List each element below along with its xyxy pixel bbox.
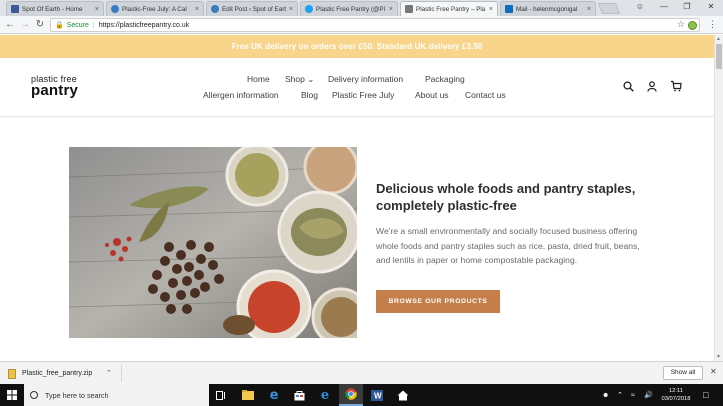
search-icon[interactable] bbox=[623, 81, 634, 92]
page-icon bbox=[405, 5, 413, 13]
scrollbar-thumb[interactable] bbox=[716, 44, 722, 69]
browser-tab[interactable]: Edit Post ‹ Spot of Earth × bbox=[206, 1, 298, 16]
browser-tab[interactable]: Plastic-Free July: A Cal × bbox=[106, 1, 204, 16]
download-bar: Plastic_free_pantry.zip ⌃ Show all ✕ bbox=[0, 361, 723, 384]
browser-tab[interactable]: Plastic Free Pantry (@Pl × bbox=[300, 1, 398, 16]
hero-spice-jars-image bbox=[69, 147, 357, 338]
wordpress-icon bbox=[111, 5, 119, 13]
back-arrow-icon[interactable]: ← bbox=[3, 18, 17, 32]
download-filename[interactable]: Plastic_free_pantry.zip bbox=[22, 370, 92, 377]
new-tab-button[interactable] bbox=[597, 3, 621, 14]
clock-time: 12:11 bbox=[668, 388, 684, 394]
twitter-icon bbox=[305, 5, 313, 13]
word-icon[interactable]: W bbox=[365, 384, 389, 406]
scroll-up-arrow-icon[interactable]: ▲ bbox=[716, 36, 721, 42]
reload-icon[interactable]: ↻ bbox=[33, 18, 47, 32]
minimize-button[interactable]: — bbox=[652, 0, 676, 16]
store-icon[interactable] bbox=[287, 384, 311, 406]
cortana-icon bbox=[30, 391, 38, 399]
tab-title: Mail - helenmcgonigal bbox=[516, 5, 578, 13]
windows-logo-icon bbox=[7, 390, 17, 400]
task-view-icon[interactable] bbox=[209, 384, 233, 406]
show-all-button[interactable]: Show all bbox=[663, 366, 703, 380]
site-logo[interactable]: plastic free pantry bbox=[31, 75, 79, 99]
tab-close-icon[interactable]: × bbox=[389, 6, 393, 13]
nav-link-plastic-free-july[interactable]: Plastic Free July bbox=[332, 90, 394, 100]
people-icon[interactable]: ☻ bbox=[602, 384, 609, 406]
hero-description: We're a small environmentally and social… bbox=[376, 226, 640, 265]
tab-title: Plastic-Free July: A Cal bbox=[122, 5, 187, 13]
taskbar-clock[interactable]: 12:11 03/07/2018 bbox=[656, 387, 696, 403]
tab-title: Edit Post ‹ Spot of Earth bbox=[222, 5, 286, 13]
nav-link-shop[interactable]: Shop ⌄ bbox=[285, 74, 314, 85]
browser-tab-active[interactable]: Plastic Free Pantry – Pla × bbox=[400, 1, 498, 16]
announcement-bar: Free UK delivery on orders over £50. Sta… bbox=[0, 35, 714, 58]
taskbar-search-placeholder: Type here to search bbox=[45, 390, 109, 400]
nav-link-delivery-information[interactable]: Delivery information bbox=[328, 74, 403, 84]
browser-tab[interactable]: Mail - helenmcgonigal × bbox=[500, 1, 596, 16]
system-tray-expand-icon[interactable]: ⌃ bbox=[617, 384, 623, 406]
nav-link-blog[interactable]: Blog bbox=[301, 90, 318, 100]
nav-link-allergen-information[interactable]: Allergen information bbox=[203, 90, 279, 100]
account-icon[interactable] bbox=[647, 81, 657, 92]
secure-label: Secure bbox=[66, 21, 89, 29]
wordpress-icon bbox=[211, 5, 219, 13]
logo-line-2: pantry bbox=[31, 82, 79, 99]
chevron-up-icon[interactable]: ⌃ bbox=[106, 369, 112, 377]
user-profile-icon[interactable]: ☺ bbox=[628, 0, 652, 16]
facebook-icon bbox=[11, 5, 19, 13]
edge-icon[interactable]: e bbox=[262, 384, 286, 406]
site-header: plastic free pantry Home Shop ⌄ Delivery… bbox=[0, 58, 714, 117]
lock-icon: 🔒 bbox=[55, 22, 64, 29]
clock-date: 03/07/2018 bbox=[661, 396, 691, 402]
cart-icon[interactable] bbox=[670, 80, 682, 92]
notifications-icon[interactable]: □ bbox=[703, 384, 708, 406]
zip-file-icon bbox=[8, 368, 16, 379]
browse-products-button[interactable]: BROWSE OUR PRODUCTS bbox=[376, 290, 500, 313]
browser-tab[interactable]: Spot Of Earth - Home × bbox=[6, 1, 104, 16]
address-bar: ← → ↻ 🔒 Secure | https://plasticfreepant… bbox=[0, 16, 723, 34]
tab-title: Plastic Free Pantry (@Pl bbox=[316, 5, 386, 13]
chrome-icon[interactable] bbox=[339, 384, 363, 406]
browser-menu-icon[interactable]: ⋮ bbox=[708, 19, 717, 29]
home-icon[interactable] bbox=[391, 384, 415, 406]
outlook-icon bbox=[505, 5, 513, 13]
nav-link-packaging[interactable]: Packaging bbox=[425, 74, 465, 84]
tab-close-icon[interactable]: × bbox=[289, 6, 293, 13]
url-separator: | bbox=[92, 21, 95, 29]
maximize-button[interactable]: ❐ bbox=[675, 0, 699, 16]
svg-text:W: W bbox=[374, 391, 382, 400]
url-field[interactable]: 🔒 Secure | https://plasticfreepantry.co.… bbox=[50, 18, 700, 32]
hero-headline: Delicious whole foods and pantry staples… bbox=[376, 181, 636, 213]
nav-link-contact-us[interactable]: Contact us bbox=[465, 90, 506, 100]
scroll-down-arrow-icon[interactable]: ▼ bbox=[716, 354, 721, 360]
url-text[interactable]: https://plasticfreepantry.co.uk bbox=[99, 22, 190, 29]
bookmark-star-icon[interactable]: ☆ bbox=[677, 19, 685, 30]
tab-close-icon[interactable]: × bbox=[489, 6, 493, 13]
tab-close-icon[interactable]: × bbox=[587, 6, 591, 13]
nav-link-about-us[interactable]: About us bbox=[415, 90, 449, 100]
volume-icon[interactable]: 🔊 bbox=[644, 384, 653, 406]
windows-start-button[interactable] bbox=[0, 384, 24, 406]
close-window-button[interactable]: ✕ bbox=[699, 0, 723, 16]
wifi-icon[interactable]: ≈ bbox=[631, 384, 635, 406]
tab-title: Spot Of Earth - Home bbox=[22, 5, 83, 13]
taskbar-search-box[interactable]: Type here to search bbox=[24, 384, 209, 406]
page-scrollbar[interactable]: ▲ ▼ bbox=[714, 35, 723, 361]
browser-tab-strip: Spot Of Earth - Home × Plastic-Free July… bbox=[0, 0, 723, 16]
download-item[interactable]: Plastic_free_pantry.zip bbox=[8, 366, 92, 381]
forward-arrow-icon[interactable]: → bbox=[18, 18, 32, 32]
close-download-bar-icon[interactable]: ✕ bbox=[710, 367, 717, 376]
tab-title: Plastic Free Pantry – Pla bbox=[416, 5, 486, 13]
tab-close-icon[interactable]: × bbox=[95, 6, 99, 13]
file-explorer-icon[interactable] bbox=[236, 384, 260, 406]
download-divider bbox=[121, 365, 122, 382]
windows-taskbar: Type here to search e e W ☻ ⌃ ≈ 🔊 12:11 … bbox=[0, 384, 723, 406]
internet-explorer-icon[interactable]: e bbox=[313, 384, 337, 406]
extension-icon[interactable] bbox=[688, 21, 697, 30]
tab-close-icon[interactable]: × bbox=[195, 6, 199, 13]
nav-link-home[interactable]: Home bbox=[247, 74, 270, 84]
